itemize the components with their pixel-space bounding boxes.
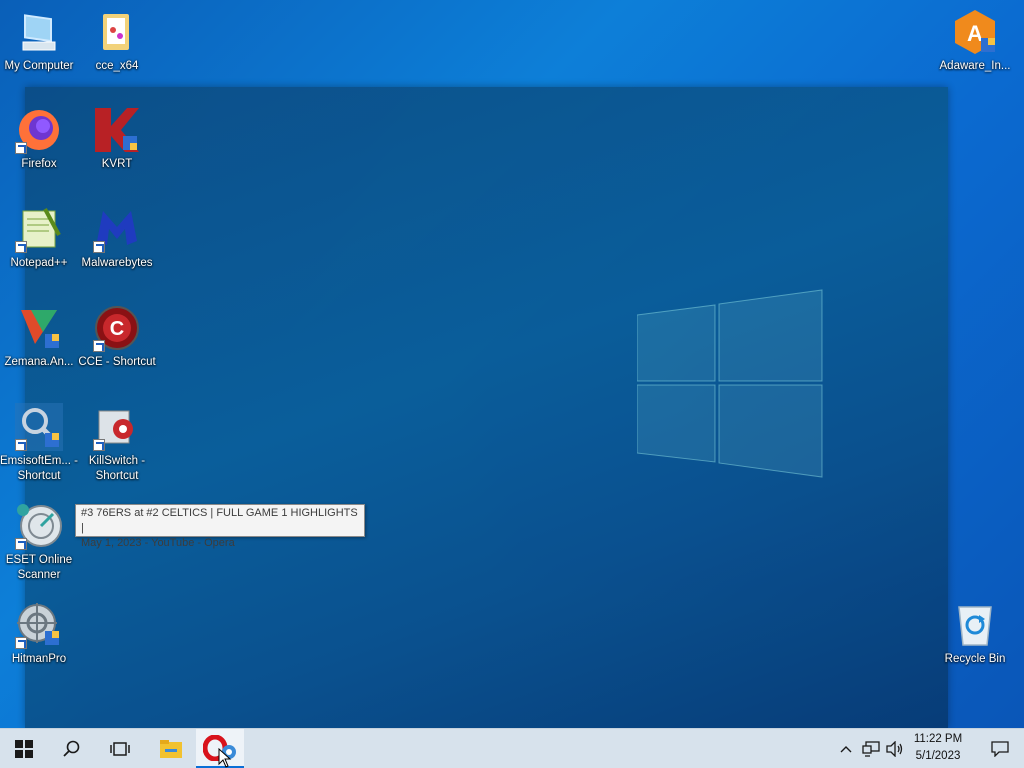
taskbar-clock[interactable]: 11:22 PM 5/1/2023 [904,731,972,767]
network-button[interactable] [860,729,882,768]
recycle-bin-icon [951,601,999,649]
tooltip-line-1: #3 76ERS at #2 CELTICS | FULL GAME 1 HIG… [81,507,358,534]
zemana-icon [15,304,63,352]
shortcut-arrow-icon [15,241,27,253]
desktop-icon-hitmanpro[interactable]: HitmanPro [0,601,78,667]
desktop: My Computer cce_x64 A Adaware_In... Fire… [0,0,1024,728]
clock-date: 5/1/2023 [915,750,961,762]
aero-peek-window [25,87,948,728]
desktop-icon-malwarebytes[interactable]: Malwarebytes [78,205,156,271]
volume-button[interactable] [884,729,906,768]
desktop-icon-label: CCE - Shortcut [78,356,156,368]
shortcut-arrow-icon [15,538,27,550]
file-explorer-icon [160,740,182,758]
svg-text:C: C [110,318,124,340]
monitor-icon [15,8,63,56]
desktop-icon-label: Zemana.An... [4,356,74,368]
taskbar-tooltip: #3 76ERS at #2 CELTICS | FULL GAME 1 HIG… [75,504,365,549]
task-view-icon [110,742,130,756]
start-button[interactable] [0,729,48,768]
search-button[interactable] [48,729,96,768]
desktop-icon-adaware[interactable]: A Adaware_In... [936,8,1014,74]
desktop-icon-zemana[interactable]: Zemana.An... [0,304,78,370]
desktop-icon-cce-shortcut[interactable]: C CCE - Shortcut [78,304,156,370]
desktop-icon-killswitch[interactable]: KillSwitch - Shortcut [78,403,156,484]
svg-text:A: A [967,21,983,46]
cce-icon: C [93,304,141,352]
clock-time: 11:22 PM [913,733,963,745]
desktop-icon-label: Firefox [21,158,57,170]
killswitch-icon [93,403,141,451]
firefox-icon [15,106,63,154]
windows-logo-wallpaper [637,289,823,478]
notification-icon [991,741,1009,757]
shortcut-arrow-icon [93,439,105,451]
desktop-icon-eset[interactable]: ESET Online Scanner [0,502,78,583]
shortcut-arrow-icon [93,340,105,352]
shortcut-arrow-icon [15,439,27,451]
taskbar-file-explorer[interactable] [147,729,195,768]
taskbar: 11:22 PM 5/1/2023 [0,728,1024,768]
malwarebytes-icon [93,205,141,253]
desktop-icon-kvrt[interactable]: KVRT [78,106,156,172]
desktop-icon-label: KVRT [101,158,133,170]
eset-icon [15,502,63,550]
shortcut-arrow-icon [15,637,27,649]
desktop-icon-label: Malwarebytes [81,257,153,269]
tooltip-line-2: May 1, 2023 - YouTube - Opera [81,537,235,549]
action-center-button[interactable] [976,729,1024,768]
desktop-icon-label: cce_x64 [95,60,139,72]
shortcut-arrow-icon [15,142,27,154]
emsisoft-icon [15,403,63,451]
desktop-icon-label: Recycle Bin [944,653,1006,665]
desktop-icon-emsisoft[interactable]: EmsisoftEm... - Shortcut [0,403,78,484]
desktop-icon-my-computer[interactable]: My Computer [0,8,78,74]
desktop-icon-label: Adaware_In... [939,60,1011,72]
windows-start-icon [15,740,33,758]
mouse-cursor-icon [218,748,232,768]
desktop-icon-label: Notepad++ [10,257,68,269]
notepad-plus-plus-icon [15,205,63,253]
adaware-icon: A [951,8,999,56]
volume-icon [886,741,903,757]
shortcut-arrow-icon [93,241,105,253]
desktop-icon-label: ESET Online Scanner [5,554,73,581]
show-hidden-icons-button[interactable] [836,729,856,768]
desktop-icon-firefox[interactable]: Firefox [0,106,78,172]
kvrt-icon [93,106,141,154]
task-view-button[interactable] [96,729,144,768]
desktop-icon-label: My Computer [4,60,74,72]
folder-icon [93,8,141,56]
desktop-icon-notepad-plus-plus[interactable]: Notepad++ [0,205,78,271]
desktop-icon-recycle-bin[interactable]: Recycle Bin [936,601,1014,667]
search-icon [63,740,80,757]
hitmanpro-icon [15,601,63,649]
desktop-icon-label: HitmanPro [11,653,67,665]
desktop-icon-cce-x64[interactable]: cce_x64 [78,8,156,74]
desktop-icon-label: EmsisoftEm... - Shortcut [0,455,78,482]
chevron-up-icon [840,746,852,753]
network-icon [862,741,880,757]
desktop-icon-label: KillSwitch - Shortcut [88,455,146,482]
